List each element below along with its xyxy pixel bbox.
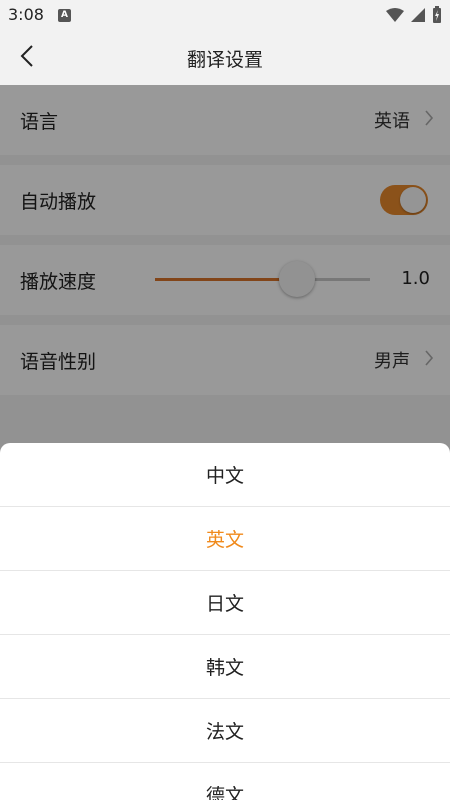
language-option[interactable]: 英文 — [0, 507, 450, 571]
battery-charging-icon — [432, 6, 442, 28]
language-option[interactable]: 德文 — [0, 763, 450, 800]
cell-signal-icon — [410, 7, 426, 27]
language-option[interactable]: 韩文 — [0, 635, 450, 699]
status-icons — [386, 6, 442, 28]
language-option[interactable]: 中文 — [0, 443, 450, 507]
page-title: 翻译设置 — [186, 49, 263, 71]
wifi-icon — [386, 7, 404, 27]
language-option[interactable]: 日文 — [0, 571, 450, 635]
app-bar: 翻译设置 — [0, 32, 450, 85]
language-picker-sheet: 中文 英文 日文 韩文 法文 德文 — [0, 443, 450, 800]
status-time: 3:08 — [8, 5, 44, 24]
language-option[interactable]: 法文 — [0, 699, 450, 763]
notification-badge: A — [58, 9, 71, 22]
status-bar: 3:08 A — [0, 0, 450, 32]
